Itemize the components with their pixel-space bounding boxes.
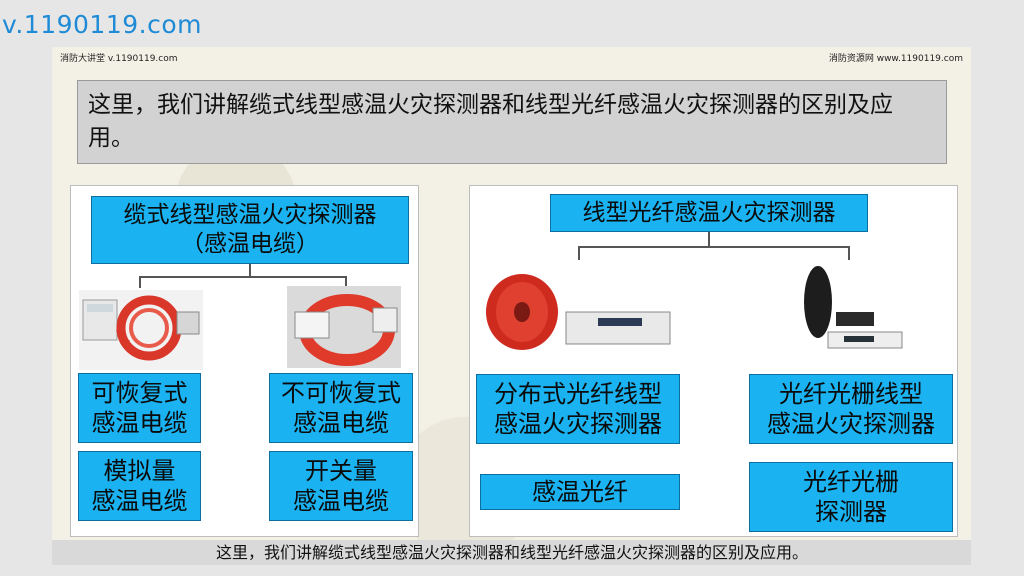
fiber-detector-title: 线型光纤感温火灾探测器 bbox=[582, 199, 836, 226]
subtitle-caption: 这里，我们讲解缆式线型感温火灾探测器和线型光纤感温火灾探测器的区别及应用。 bbox=[215, 543, 808, 562]
grating-detector-box: 光纤光栅 探测器 bbox=[749, 462, 953, 532]
grating-detector-line2: 探测器 bbox=[815, 498, 887, 526]
recoverable-cable-line2: 感温电缆 bbox=[91, 409, 188, 437]
analog-cable-box: 模拟量 感温电缆 bbox=[78, 451, 201, 521]
cable-detector-panel: 缆式线型感温火灾探测器 （感温电缆） 可恢复式 感温电缆 不可恢复式 感温电缆 … bbox=[70, 185, 419, 537]
cable-detector-subtitle: （感温电缆） bbox=[181, 231, 319, 257]
recoverable-cable-box: 可恢复式 感温电缆 bbox=[78, 373, 201, 443]
cable-detector-box: 缆式线型感温火灾探测器 （感温电缆） bbox=[91, 196, 409, 264]
distributed-fiber-line1: 分布式光纤线型 bbox=[494, 380, 662, 408]
distributed-fiber-line2: 感温火灾探测器 bbox=[494, 410, 662, 438]
fiber-detector-panel: 线型光纤感温火灾探测器 分布式光纤线型 感温火灾探测器 光纤光栅线型 感温火灾探… bbox=[469, 185, 958, 537]
grating-detector-line1: 光纤光栅 bbox=[803, 468, 899, 496]
non-recoverable-cable-line1: 不可恢复式 bbox=[281, 379, 401, 407]
cable-detector-title: 缆式线型感温火灾探测器 bbox=[123, 202, 377, 229]
non-recoverable-cable-photo bbox=[287, 286, 401, 368]
fiber-detector-box: 线型光纤感温火灾探测器 bbox=[550, 194, 868, 232]
switch-cable-box: 开关量 感温电缆 bbox=[269, 451, 413, 521]
recoverable-cable-line1: 可恢复式 bbox=[91, 379, 188, 407]
recoverable-cable-photo bbox=[79, 290, 203, 370]
non-recoverable-cable-box: 不可恢复式 感温电缆 bbox=[269, 373, 413, 443]
header-left-label: 消防大讲堂 v.1190119.com bbox=[60, 54, 178, 64]
fiber-grating-line1: 光纤光栅线型 bbox=[779, 380, 923, 408]
analog-cable-line2: 感温电缆 bbox=[91, 487, 188, 515]
site-watermark: v.1190119.com bbox=[2, 10, 202, 39]
switch-cable-line1: 开关量 bbox=[305, 457, 377, 485]
non-recoverable-cable-line2: 感温电缆 bbox=[293, 409, 389, 437]
fiber-grating-box: 光纤光栅线型 感温火灾探测器 bbox=[749, 374, 953, 444]
sensing-fiber-label: 感温光纤 bbox=[532, 478, 628, 506]
distributed-fiber-photo bbox=[482, 268, 672, 352]
slide: 消防大讲堂 v.1190119.com 消防资源网 www.1190119.co… bbox=[52, 47, 971, 565]
analog-cable-line1: 模拟量 bbox=[103, 457, 176, 485]
header-right-label: 消防资源网 www.1190119.com bbox=[828, 54, 963, 64]
sensing-fiber-box: 感温光纤 bbox=[480, 474, 680, 510]
distributed-fiber-box: 分布式光纤线型 感温火灾探测器 bbox=[476, 374, 680, 444]
switch-cable-line2: 感温电缆 bbox=[293, 487, 389, 515]
fiber-grating-photo bbox=[800, 262, 906, 352]
slide-title: 这里，我们讲解缆式线型感温火灾探测器和线型光纤感温火灾探测器的区别及应用。 bbox=[77, 80, 947, 164]
fiber-grating-line2: 感温火灾探测器 bbox=[767, 410, 935, 438]
